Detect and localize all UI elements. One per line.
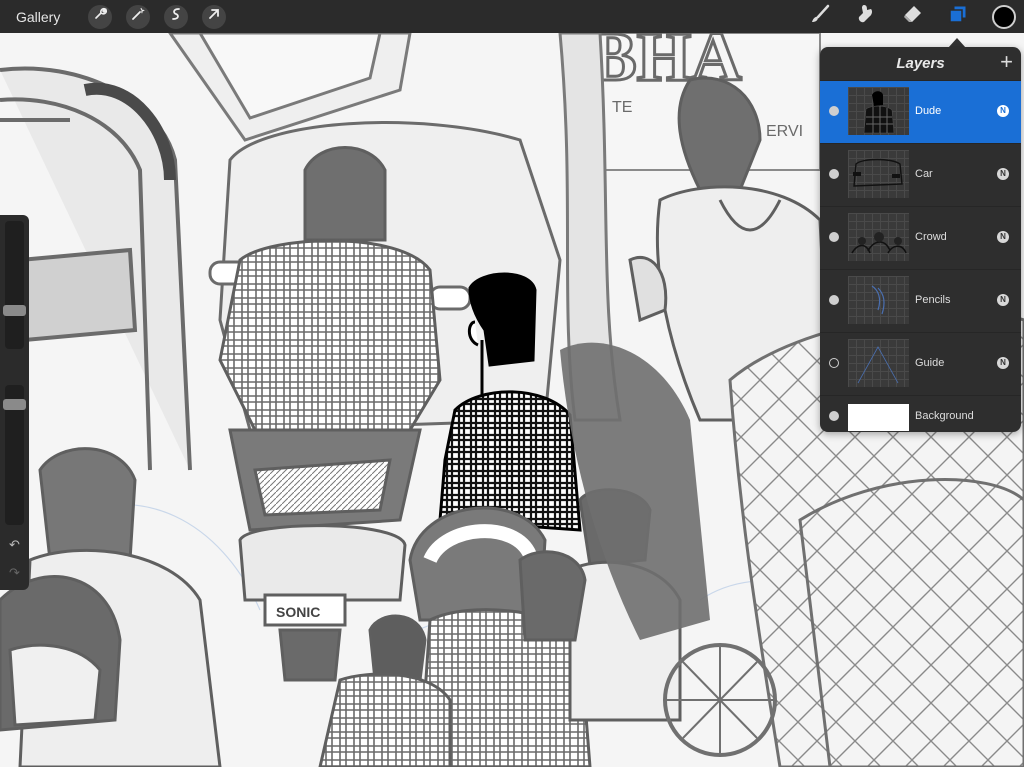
layer-row-pencils[interactable]: Pencils N: [820, 269, 1021, 332]
add-layer-button[interactable]: +: [1000, 51, 1013, 73]
actions-button[interactable]: [88, 4, 113, 29]
visibility-toggle[interactable]: [829, 411, 839, 421]
blend-mode-button[interactable]: N: [997, 168, 1009, 180]
adjustments-button[interactable]: [126, 4, 151, 29]
sign-text-right: ERVI: [766, 123, 803, 140]
layer-name: Crowd: [915, 231, 947, 243]
blend-mode-button[interactable]: N: [997, 357, 1009, 369]
layer-thumbnail: [848, 213, 909, 261]
left-sidebar: ↶ ↷: [0, 215, 29, 590]
layers-panel-header: Layers +: [820, 47, 1021, 80]
layer-name: Background: [915, 410, 974, 422]
blend-mode-button[interactable]: N: [997, 294, 1009, 306]
color-picker-button[interactable]: [992, 4, 1016, 29]
layers-panel-title: Layers: [896, 55, 945, 72]
redo-button[interactable]: ↷: [5, 565, 24, 581]
top-toolbar: Gallery: [0, 0, 1024, 33]
visibility-toggle[interactable]: [829, 106, 839, 116]
selection-icon: [169, 7, 183, 26]
layers-panel: Layers + Dude N Car N Crowd N Pencils N: [820, 47, 1021, 432]
eraser-button[interactable]: [898, 3, 926, 31]
sign-text-left: TE: [612, 99, 632, 116]
transform-arrow-icon: [207, 7, 221, 26]
eraser-icon: [901, 3, 923, 30]
selection-button[interactable]: [164, 4, 189, 29]
layer-name: Dude: [915, 105, 942, 117]
undo-button[interactable]: ↶: [5, 537, 24, 553]
layer-row-crowd[interactable]: Crowd N: [820, 206, 1021, 269]
smudge-icon: [855, 3, 877, 30]
wrench-icon: [93, 7, 108, 26]
layers-button[interactable]: [944, 3, 972, 31]
bike-plate-text: SONIC: [276, 604, 320, 620]
layer-name: Pencils: [915, 294, 951, 306]
layer-name: Car: [915, 168, 933, 180]
right-toolset: [788, 0, 1024, 33]
visibility-toggle[interactable]: [829, 232, 839, 242]
layer-thumbnail: [848, 150, 909, 198]
brush-button[interactable]: [806, 3, 834, 31]
redo-icon: ↷: [9, 565, 20, 580]
layer-row-background[interactable]: Background: [820, 395, 1021, 432]
brush-opacity-slider[interactable]: [3, 385, 26, 525]
transform-button[interactable]: [202, 4, 227, 29]
blend-mode-button[interactable]: N: [997, 231, 1009, 243]
layer-thumbnail: [848, 339, 909, 387]
brush-icon: [809, 3, 831, 30]
brush-size-slider[interactable]: [3, 221, 26, 349]
layer-thumbnail: [848, 87, 909, 135]
visibility-toggle[interactable]: [829, 169, 839, 179]
layers-icon: [947, 3, 969, 30]
gallery-button[interactable]: Gallery: [16, 9, 60, 25]
magic-wand-icon: [131, 7, 146, 26]
layer-row-guide[interactable]: Guide N: [820, 332, 1021, 395]
visibility-toggle[interactable]: [829, 358, 839, 368]
layer-row-car[interactable]: Car N: [820, 143, 1021, 206]
layer-name: Guide: [915, 357, 945, 369]
layer-row-dude[interactable]: Dude N: [820, 80, 1021, 143]
blend-mode-button[interactable]: N: [997, 105, 1009, 117]
undo-icon: ↶: [9, 537, 20, 552]
background-color-swatch: [848, 404, 909, 431]
smudge-button[interactable]: [852, 3, 880, 31]
brush-opacity-thumb[interactable]: [3, 399, 26, 410]
layer-thumbnail: [848, 276, 909, 324]
visibility-toggle[interactable]: [829, 295, 839, 305]
brush-size-thumb[interactable]: [3, 305, 26, 316]
